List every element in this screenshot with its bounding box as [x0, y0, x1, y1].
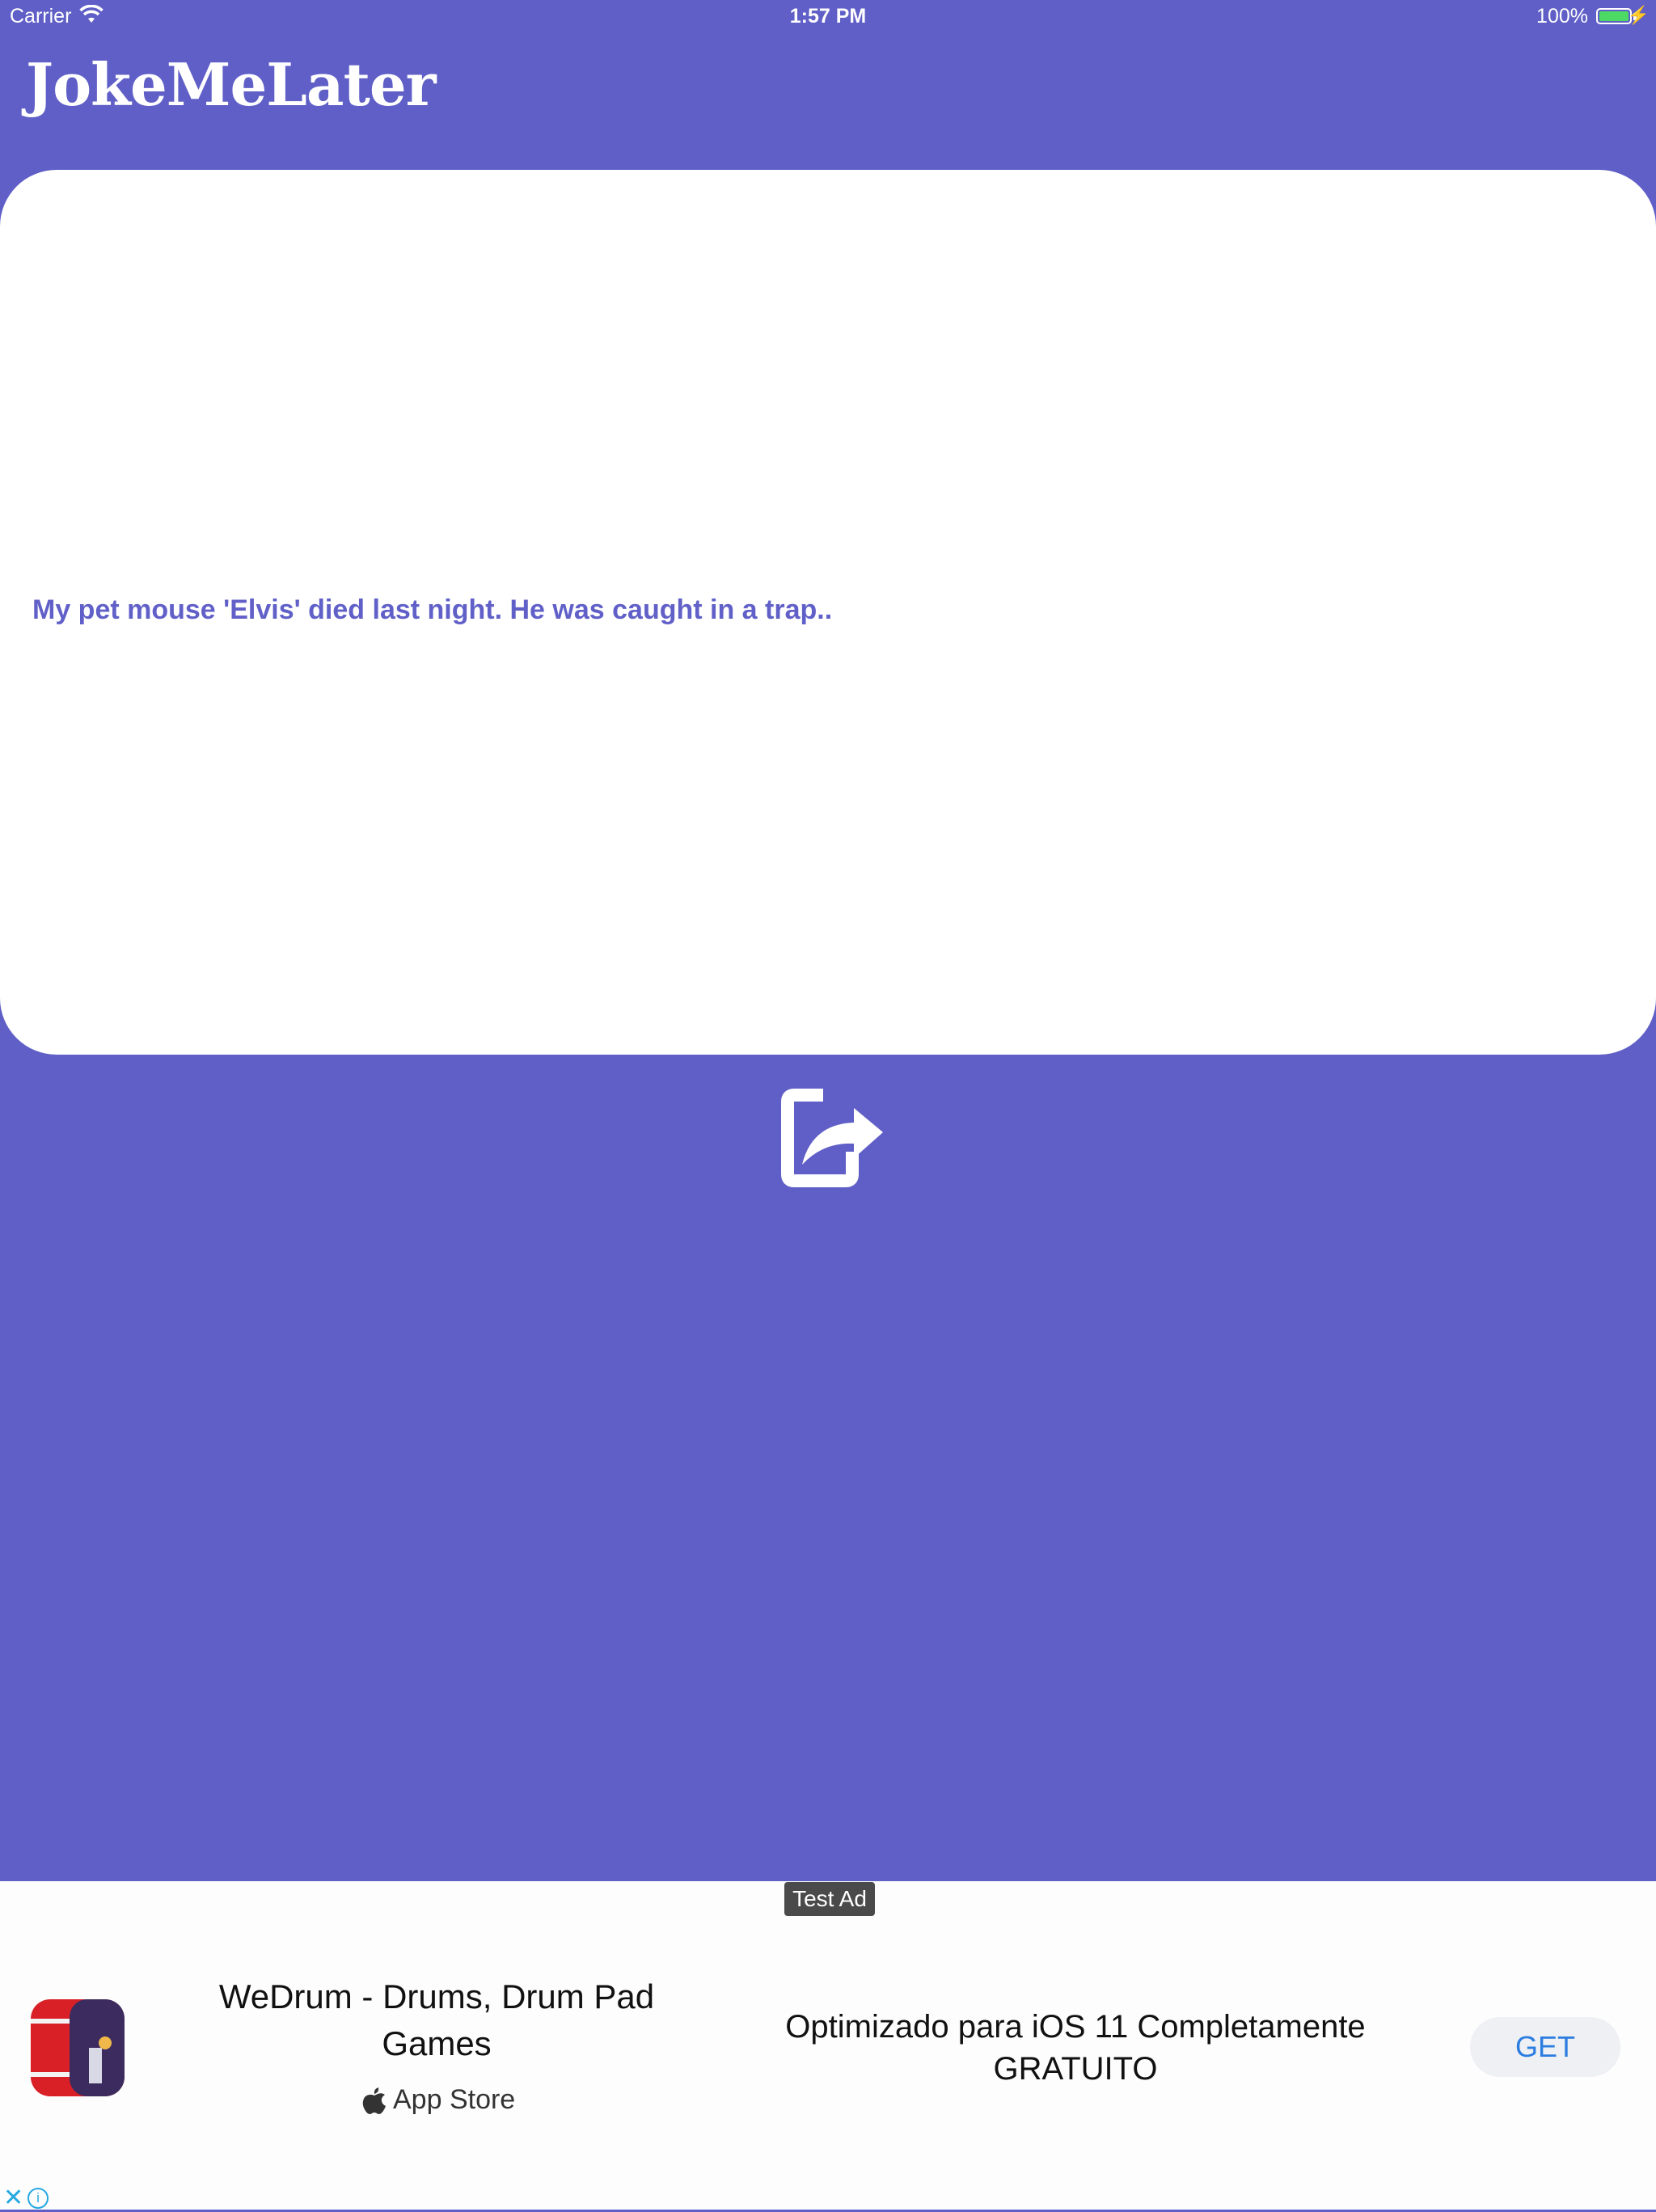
clock: 1:57 PM	[789, 5, 867, 27]
ad-store-label: App Store	[393, 2084, 516, 2115]
apple-icon	[362, 2087, 386, 2114]
get-button[interactable]: GET	[1470, 2017, 1620, 2077]
status-bar: Carrier 1:57 PM 100% ⚡	[0, 0, 1656, 34]
share-button[interactable]	[770, 1084, 883, 1187]
close-icon[interactable]: ✕	[3, 2184, 23, 2212]
ad-store: App Store	[362, 2084, 515, 2116]
share-icon	[781, 1089, 883, 1187]
charging-icon: ⚡	[1627, 5, 1650, 25]
app-title: JokeMeLater	[26, 50, 437, 119]
ad-title[interactable]: WeDrum - Drums, Drum Pad Games	[194, 1973, 679, 2067]
test-ad-badge: Test Ad	[784, 1882, 875, 1916]
ad-app-icon[interactable]	[31, 1999, 125, 2096]
battery-percentage: 100%	[1536, 5, 1588, 27]
joke-card: My pet mouse 'Elvis' died last night. He…	[0, 170, 1656, 1055]
joke-text: My pet mouse 'Elvis' died last night. He…	[32, 594, 833, 625]
ad-description: Optimizado para iOS 11 Completamente GRA…	[785, 2009, 1366, 2087]
battery-icon	[1596, 8, 1632, 24]
info-icon[interactable]: i	[27, 2188, 49, 2209]
